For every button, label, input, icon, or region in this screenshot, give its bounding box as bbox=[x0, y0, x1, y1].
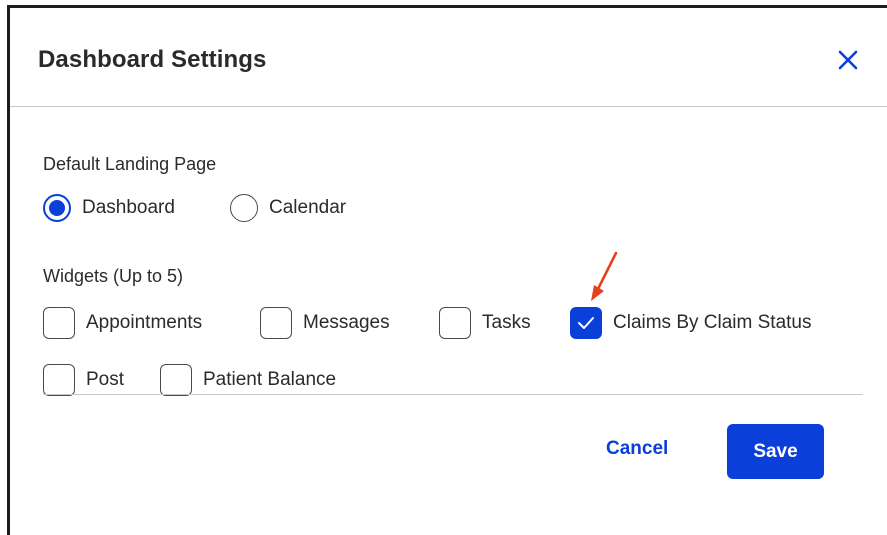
widget-option-patient-balance[interactable]: Patient Balance bbox=[160, 364, 336, 396]
radio-option-dashboard[interactable]: Dashboard bbox=[43, 194, 175, 222]
close-icon[interactable] bbox=[836, 48, 860, 72]
checkbox-label-claims-by-claim-status: Claims By Claim Status bbox=[613, 312, 812, 333]
default-landing-page-label: Default Landing Page bbox=[43, 154, 217, 174]
cancel-button[interactable]: Cancel bbox=[606, 438, 668, 460]
dashboard-settings-dialog: Dashboard Settings Default Landing Page … bbox=[7, 5, 887, 535]
checkbox-post[interactable] bbox=[43, 364, 75, 396]
checkmark-icon bbox=[578, 317, 594, 329]
widgets-divider bbox=[43, 394, 863, 395]
radio-label-calendar: Calendar bbox=[269, 197, 347, 218]
dialog-header: Dashboard Settings bbox=[10, 8, 887, 107]
checkbox-claims-by-claim-status[interactable] bbox=[570, 307, 602, 339]
radio-calendar[interactable] bbox=[230, 194, 258, 222]
widget-option-claims-by-claim-status[interactable]: Claims By Claim Status bbox=[570, 307, 812, 339]
checkbox-tasks[interactable] bbox=[439, 307, 471, 339]
widget-option-post[interactable]: Post bbox=[43, 364, 124, 396]
dialog-title: Dashboard Settings bbox=[38, 46, 267, 73]
checkbox-label-messages: Messages bbox=[303, 312, 390, 333]
checkbox-appointments[interactable] bbox=[43, 307, 75, 339]
checkbox-label-post: Post bbox=[86, 369, 125, 390]
save-button[interactable]: Save bbox=[727, 424, 824, 479]
radio-label-dashboard: Dashboard bbox=[82, 197, 175, 218]
checkbox-label-tasks: Tasks bbox=[482, 312, 531, 333]
widget-option-messages[interactable]: Messages bbox=[260, 307, 390, 339]
widget-option-tasks[interactable]: Tasks bbox=[439, 307, 531, 339]
checkbox-patient-balance[interactable] bbox=[160, 364, 192, 396]
widgets-label: Widgets (Up to 5) bbox=[43, 266, 184, 286]
annotation-arrow-icon bbox=[591, 251, 618, 301]
checkbox-messages[interactable] bbox=[260, 307, 292, 339]
widget-option-appointments[interactable]: Appointments bbox=[43, 307, 202, 339]
checkbox-label-patient-balance: Patient Balance bbox=[203, 369, 337, 390]
checkbox-label-appointments: Appointments bbox=[86, 312, 203, 333]
radio-dashboard[interactable] bbox=[43, 194, 71, 222]
radio-option-calendar[interactable]: Calendar bbox=[230, 194, 346, 222]
